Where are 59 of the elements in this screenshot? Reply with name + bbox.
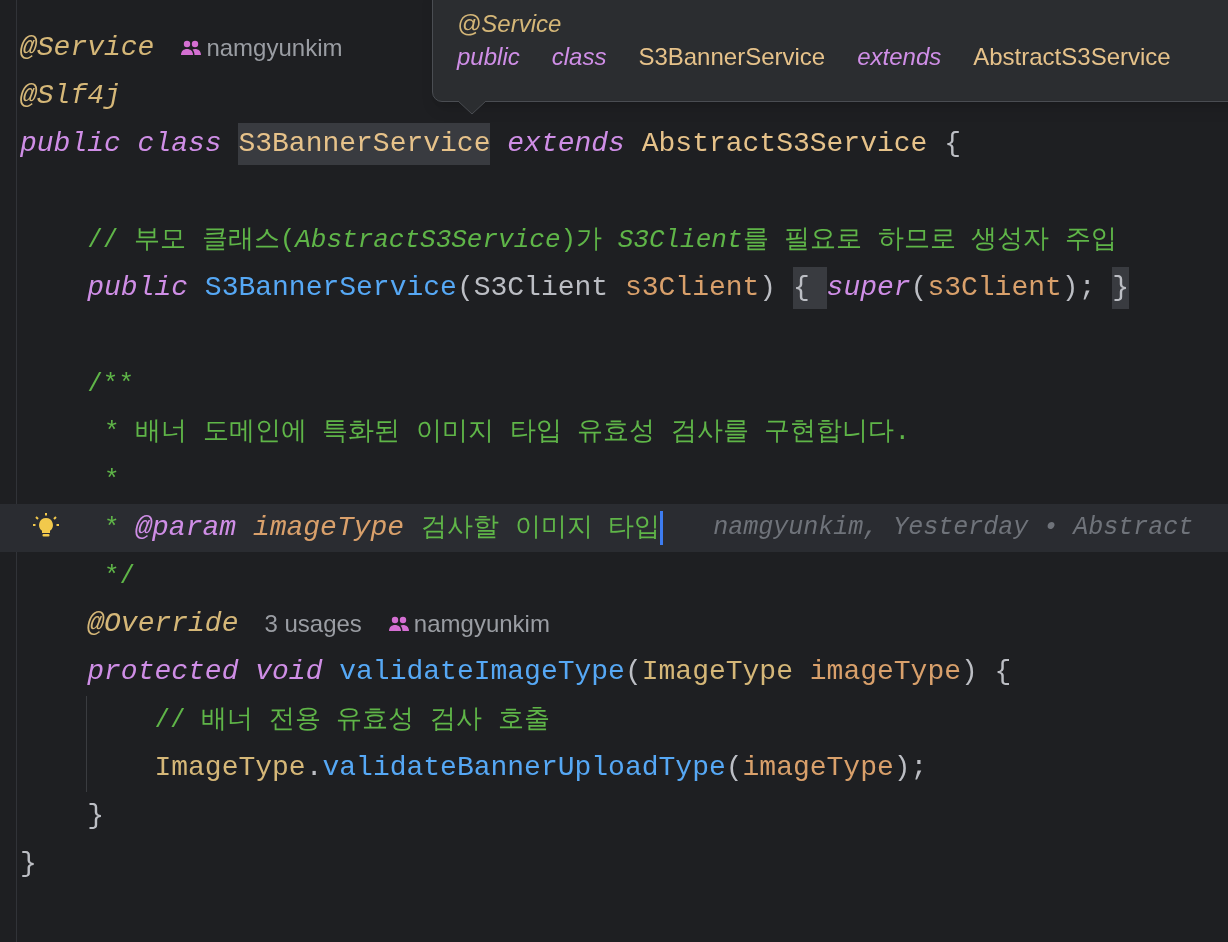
doc-parameter: imageType xyxy=(252,511,405,545)
comment: S3Client xyxy=(617,223,743,257)
people-icon xyxy=(387,616,410,632)
keyword: protected void xyxy=(87,655,324,689)
code-text: ); xyxy=(1061,271,1096,305)
class-name[interactable]: S3BannerService xyxy=(238,123,491,165)
annotation: @Service xyxy=(20,31,155,65)
comment: // 배너 전용 유효성 검사 호출 xyxy=(154,703,550,737)
text-caret xyxy=(660,511,664,545)
keyword: class xyxy=(551,42,607,72)
code-text: ) xyxy=(759,271,777,305)
author-hint[interactable]: namgyunkim xyxy=(413,606,550,642)
comment: * xyxy=(104,463,120,497)
method-name: validateBannerUploadType xyxy=(322,751,726,785)
annotation: @Override xyxy=(87,607,239,641)
comment: )가 xyxy=(560,223,604,257)
blame-annotation: namgyunkim, Yesterday • Abstract xyxy=(713,512,1194,545)
type-name: ImageType xyxy=(154,751,306,785)
keyword: public xyxy=(457,42,520,72)
comment: * 배너 도메인에 특화된 이미지 타입 유효성 검사를 구현합니다. xyxy=(104,415,911,449)
parameter: s3Client xyxy=(927,271,1062,305)
parameter: imageType xyxy=(742,751,894,785)
code-text: (S3Client xyxy=(456,271,610,305)
code-text: . xyxy=(305,751,323,785)
comment: */ xyxy=(104,559,136,593)
comment: /** xyxy=(87,367,135,401)
method-name: validateImageType xyxy=(339,655,625,689)
code-text: ); xyxy=(893,751,928,785)
code-text: } xyxy=(20,847,37,881)
code-text: ) { xyxy=(961,655,1012,689)
author-hint[interactable]: namgyunkim xyxy=(206,30,343,66)
class-name: AbstractS3Service xyxy=(641,127,928,161)
folded-brace[interactable]: { xyxy=(792,267,827,309)
code-text: ( xyxy=(725,751,743,785)
comment: 검사할 이미지 타입 xyxy=(420,511,661,545)
keyword: extends xyxy=(857,42,942,72)
class-name: S3BannerService xyxy=(638,42,826,72)
annotation: @Slf4j xyxy=(20,79,121,113)
comment: 를 필요로 하므로 생성자 주입 xyxy=(742,223,1117,257)
people-icon xyxy=(180,40,203,56)
comment: * xyxy=(104,511,121,545)
parameter: s3Client xyxy=(624,271,760,305)
code-text: ( xyxy=(624,655,642,689)
folded-brace[interactable]: } xyxy=(1112,267,1130,309)
keyword: super xyxy=(826,271,911,305)
type-name: ImageType xyxy=(641,655,793,689)
doc-tag: @param xyxy=(135,507,237,549)
keyword: public xyxy=(87,271,190,305)
comment: AbstractS3Service xyxy=(295,223,561,257)
usages-hint[interactable]: 3 usages xyxy=(264,606,362,642)
code-text: ( xyxy=(910,271,928,305)
keyword: extends xyxy=(507,127,626,161)
tooltip-annotation: @Service xyxy=(457,9,563,39)
code-text: { xyxy=(944,127,961,161)
code-text: } xyxy=(87,799,105,833)
parameter: imageType xyxy=(809,655,961,689)
keyword: public class xyxy=(20,127,223,161)
class-name: AbstractS3Service xyxy=(973,42,1171,72)
method-name: S3BannerService xyxy=(204,271,457,305)
